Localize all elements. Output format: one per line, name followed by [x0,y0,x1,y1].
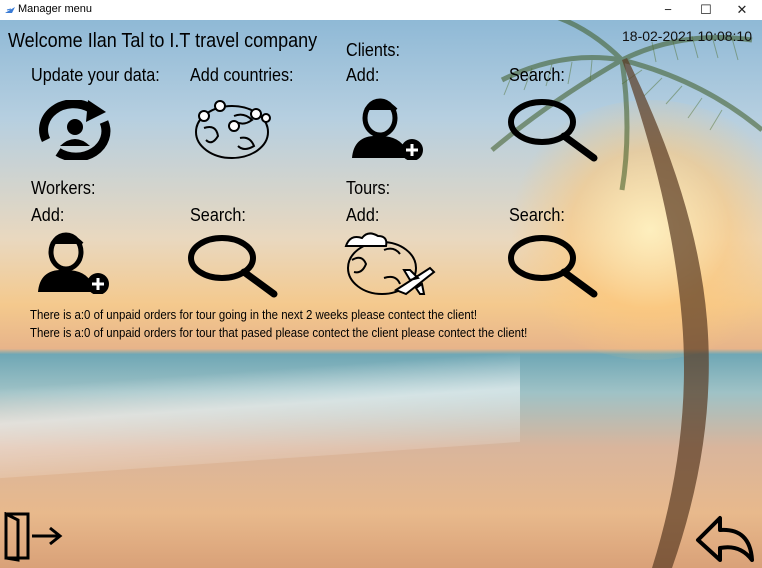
title-bar: Manager menu − ☐ ✕ [0,0,762,21]
back-arrow-icon[interactable] [694,514,756,564]
window-title: Manager menu [18,3,92,15]
unpaid-past-message: There is a:0 of unpaid orders for tour t… [30,325,528,340]
maximize-button[interactable]: ☐ [688,0,724,20]
workers-add-label: Add: [31,205,65,225]
unpaid-upcoming-message: There is a:0 of unpaid orders for tour g… [30,307,478,322]
add-user-icon[interactable] [350,98,430,160]
tours-search-label: Search: [509,205,565,225]
clients-search-label: Search: [509,65,565,85]
search-icon[interactable] [508,98,600,162]
tours-add-label: Add: [346,205,380,225]
workers-search-label: Search: [190,205,246,225]
workers-heading: Workers: [31,178,96,198]
globe-pins-icon[interactable] [194,98,274,160]
logout-icon[interactable] [4,512,64,562]
globe-plane-icon[interactable] [344,232,436,298]
search-icon[interactable] [188,234,280,298]
add-countries-label: Add countries: [190,65,294,85]
clients-add-label: Add: [346,65,380,85]
date-time: 18-02-2021 10:08:10 [622,28,752,44]
welcome-text: Welcome Ilan Tal to I.T travel company [8,30,318,52]
clients-heading: Clients: [346,40,401,60]
tours-heading: Tours: [346,178,391,198]
minimize-button[interactable]: − [650,0,686,20]
main-panel: Welcome Ilan Tal to I.T travel company 1… [0,20,762,568]
close-button[interactable]: ✕ [724,0,760,20]
user-refresh-icon[interactable] [30,100,120,160]
app-icon [5,7,15,13]
update-data-label: Update your data: [31,65,160,85]
search-icon[interactable] [508,234,600,298]
add-user-icon[interactable] [36,232,116,294]
